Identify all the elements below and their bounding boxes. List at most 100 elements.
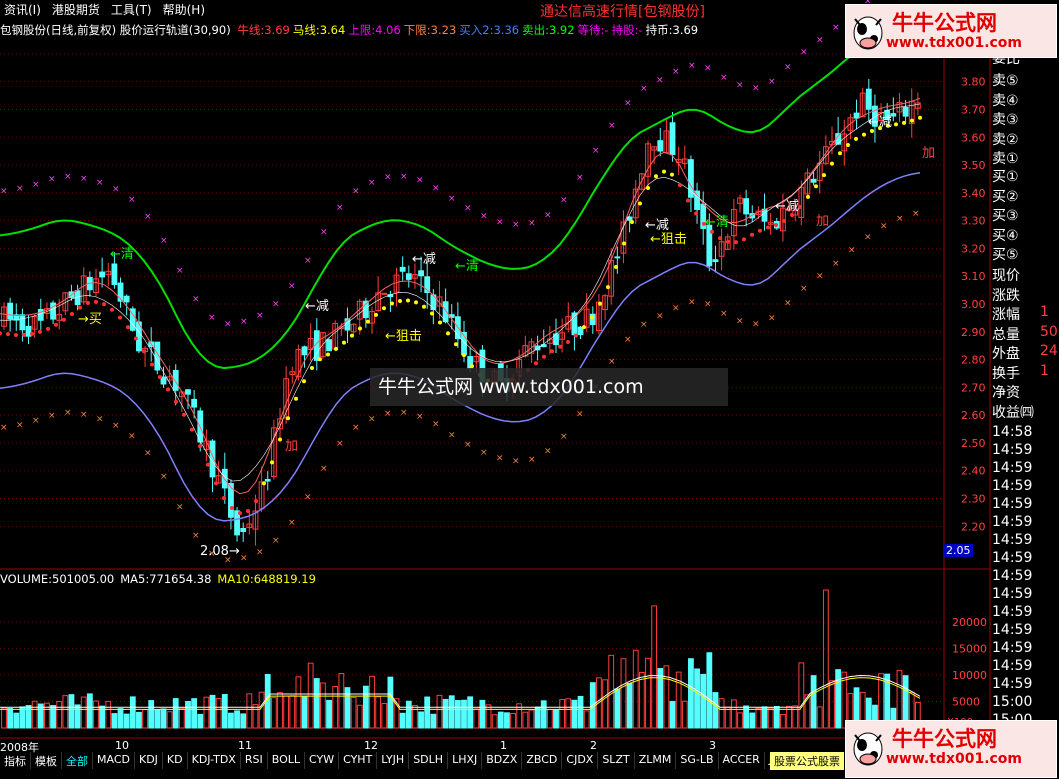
volume-bar xyxy=(320,682,326,729)
lower-limit-mark: × xyxy=(240,553,248,563)
tab-zlmm[interactable]: ZLMM xyxy=(635,752,677,769)
lower-limit-mark: × xyxy=(832,259,840,269)
volume-tick-label: 20000 xyxy=(952,616,987,629)
tab-cjdx[interactable]: CJDX xyxy=(562,752,599,769)
reduce-signal: ←减 xyxy=(645,218,669,233)
horse-line-dot xyxy=(686,198,690,203)
lower-limit-mark: × xyxy=(576,409,584,419)
tab-rsi[interactable]: RSI xyxy=(241,752,268,769)
volume-bar xyxy=(191,698,198,729)
price-tick-label: 2.90 xyxy=(961,326,986,339)
upper-limit-mark: × xyxy=(416,176,424,186)
horse-line-dot xyxy=(814,184,818,189)
lower-limit-mark: × xyxy=(688,297,696,307)
time-4: 14:59 xyxy=(992,496,1033,512)
upper-limit-mark: × xyxy=(368,178,376,188)
horse-line-dot xyxy=(718,236,722,241)
buy-level-4: 买④ xyxy=(992,227,1019,244)
volume-bar xyxy=(504,712,510,729)
horse-line-dot xyxy=(246,509,250,514)
volume-bar xyxy=(7,708,14,729)
tab-lhxj[interactable]: LHXJ xyxy=(448,752,483,769)
horse-line-dot xyxy=(558,344,562,349)
horse-line-dot xyxy=(318,357,322,362)
tab-cyht[interactable]: CYHT xyxy=(339,752,378,769)
tab-全部[interactable]: 全部 xyxy=(62,752,93,769)
stat-0: 现价 xyxy=(992,268,1020,284)
upper-limit-mark: × xyxy=(0,187,8,197)
tab-lyjh[interactable]: LYJH xyxy=(377,752,410,769)
horse-line-dot xyxy=(222,495,226,500)
volume-bar xyxy=(632,649,639,729)
tab-cyw[interactable]: CYW xyxy=(305,752,340,769)
candle-body xyxy=(399,266,406,272)
upper-limit-mark: × xyxy=(688,61,696,71)
upper-limit-mark: × xyxy=(704,63,712,73)
horse-line-dot xyxy=(446,331,450,336)
horse-line-dot xyxy=(534,361,538,366)
lower-limit-mark: × xyxy=(800,284,808,294)
volume-bar xyxy=(148,700,155,729)
upper-limit-mark: × xyxy=(832,23,840,33)
horse-line-dot xyxy=(390,301,394,306)
time-15: 15:00 xyxy=(992,694,1033,710)
cow-icon xyxy=(853,732,883,766)
time-8: 14:59 xyxy=(992,568,1033,584)
volume-bar xyxy=(185,700,191,729)
tab-kdj-tdx[interactable]: KDJ-TDX xyxy=(188,752,241,769)
time-12: 14:59 xyxy=(992,640,1033,656)
horse-line-dot xyxy=(462,353,466,358)
tab-kdj[interactable]: KDJ xyxy=(135,752,163,769)
upper-limit-mark: × xyxy=(256,311,264,321)
horse-line-dot xyxy=(230,506,234,511)
buy-level-2: 买② xyxy=(992,188,1019,205)
upper-limit-mark: × xyxy=(752,84,760,94)
tab-kd[interactable]: KD xyxy=(163,752,188,769)
upper-limit-mark: × xyxy=(496,217,504,227)
lower-limit-mark: × xyxy=(80,410,88,420)
volume-bar xyxy=(442,698,449,729)
tab-accer[interactable]: ACCER xyxy=(719,752,765,769)
volume-bar xyxy=(810,675,817,729)
logo-url: www.tdx001.com xyxy=(886,751,1023,767)
lower-limit-mark: × xyxy=(912,209,920,219)
candle-body xyxy=(111,263,118,286)
volume-bar xyxy=(418,711,424,729)
volume-bar xyxy=(178,707,185,729)
tab-模板[interactable]: 模板 xyxy=(31,752,62,769)
tab-zbcd[interactable]: ZBCD xyxy=(522,752,563,769)
reduce-signal: ←减 xyxy=(305,299,329,314)
tab-bdzx[interactable]: BDZX xyxy=(482,752,523,769)
lower-limit-mark: × xyxy=(176,502,184,512)
price-tick-label: 3.50 xyxy=(961,159,986,172)
horse-line-dot xyxy=(342,340,346,345)
lower-limit-mark: × xyxy=(512,456,520,466)
horse-line-dot xyxy=(398,298,402,303)
volume-tick-label: 5000 xyxy=(952,695,980,708)
volume-bar xyxy=(694,668,700,729)
horse-line-dot xyxy=(14,332,18,337)
upper-limit-mark: × xyxy=(112,185,120,195)
tab-boll[interactable]: BOLL xyxy=(268,752,305,769)
formula-tab[interactable]: 股票公式股票 xyxy=(770,752,844,770)
tab-sdlh[interactable]: SDLH xyxy=(409,752,449,769)
volume-bar xyxy=(74,704,81,729)
horse-line-dot xyxy=(142,349,146,354)
lower-limit-mark: × xyxy=(352,423,360,433)
volume-bar xyxy=(209,694,216,729)
upper-limit-mark: × xyxy=(64,172,72,182)
tab-macd[interactable]: MACD xyxy=(93,752,135,769)
volume-bar xyxy=(172,698,179,729)
tab-指标[interactable]: 指标 xyxy=(0,752,31,769)
volume-bar xyxy=(822,589,829,729)
volume-bar xyxy=(154,709,161,729)
horse-line-dot xyxy=(766,225,770,230)
horse-line-dot xyxy=(758,228,762,233)
tab-sg-lb[interactable]: SG-LB xyxy=(676,752,719,769)
price-tick-label: 3.40 xyxy=(961,187,986,200)
upper-limit-mark: × xyxy=(528,219,536,229)
tab-slzt[interactable]: SLZT xyxy=(598,752,635,769)
bull-line xyxy=(0,97,921,495)
buy-level-5: 买⑤ xyxy=(992,247,1019,263)
current-price-tag: 2.05 xyxy=(944,544,973,557)
